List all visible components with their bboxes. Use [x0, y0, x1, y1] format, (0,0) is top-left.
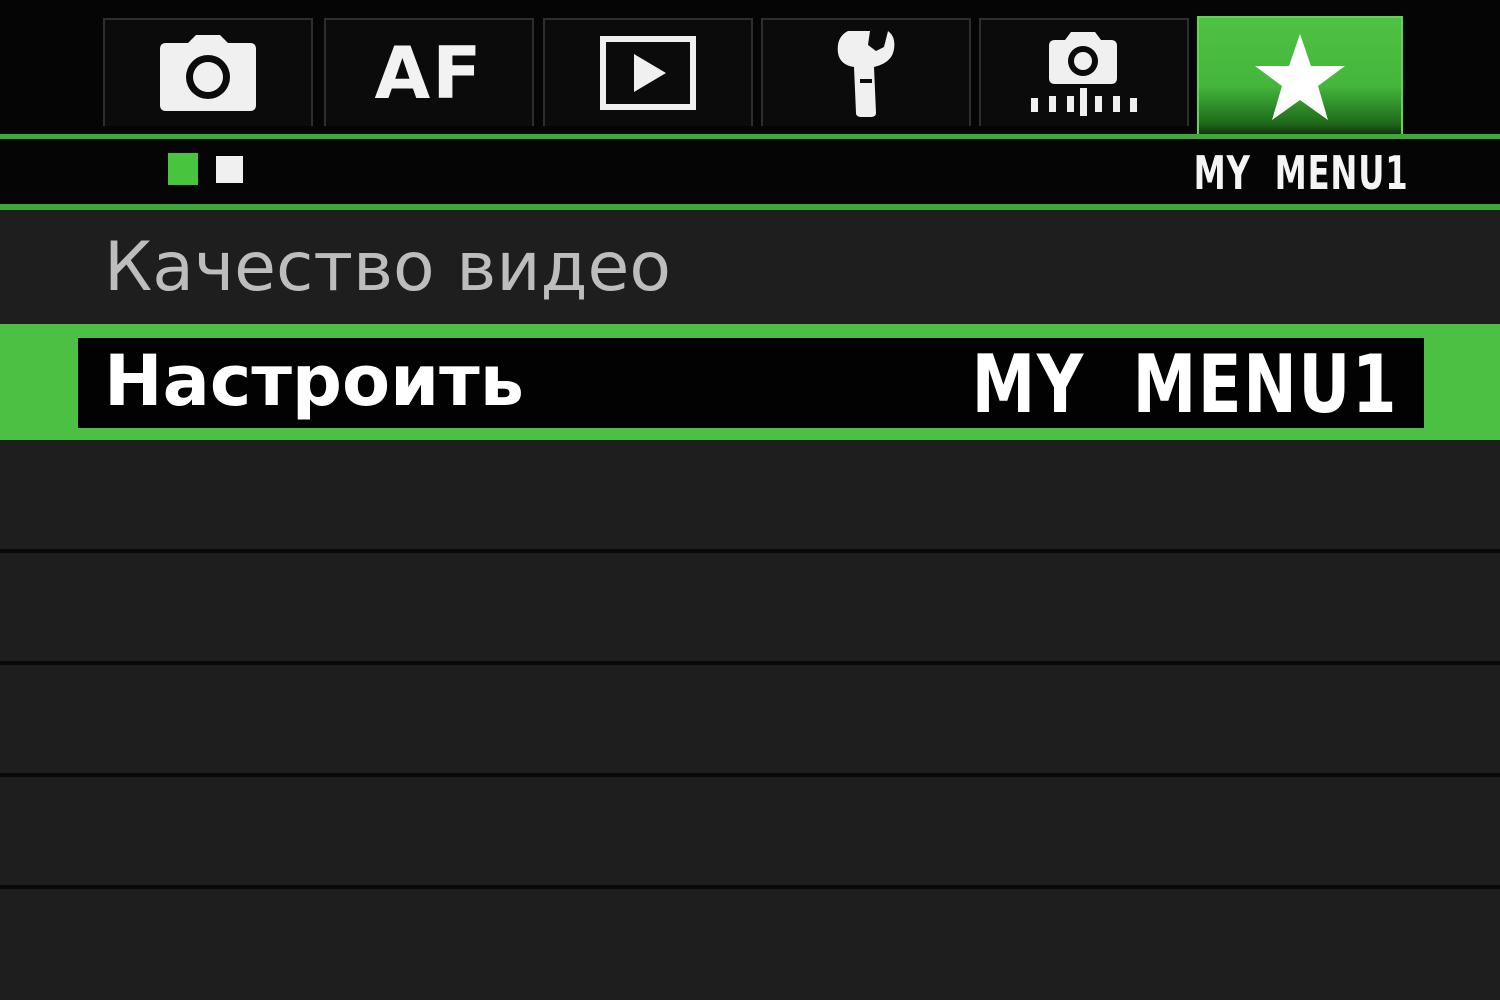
menu-row-empty — [0, 665, 1500, 773]
af-tab-label: AF — [374, 31, 484, 115]
menu-item-label: Настроить — [104, 340, 524, 422]
tab-af[interactable]: AF — [324, 18, 534, 126]
menu-row-empty — [0, 777, 1500, 885]
menu-item-value: MY MENU1 — [971, 338, 1398, 431]
wrench-icon — [834, 29, 898, 117]
tab-playback[interactable] — [543, 18, 753, 126]
camera-menu-screen: AF MY MENU1 Качество видео Настроить MY … — [0, 0, 1500, 1000]
custom-functions-camera-icon — [1029, 30, 1139, 116]
star-icon — [1253, 32, 1347, 122]
menu-tab-bar: AF — [0, 0, 1500, 142]
camera-icon — [158, 33, 258, 113]
tab-setup[interactable] — [761, 18, 971, 126]
play-icon — [600, 36, 696, 110]
tab-my-menu[interactable] — [1197, 16, 1403, 142]
tab-custom-functions[interactable] — [979, 18, 1189, 126]
menu-page-title: MY MENU1 — [1193, 146, 1408, 200]
menu-item-label: Качество видео — [104, 228, 671, 307]
page-indicator-other — [216, 156, 243, 183]
menu-row-empty — [0, 889, 1500, 1000]
menu-row-empty — [0, 440, 1500, 550]
tab-shooting[interactable] — [103, 18, 313, 126]
menu-row-empty — [0, 553, 1500, 661]
page-indicator-current — [168, 153, 198, 185]
